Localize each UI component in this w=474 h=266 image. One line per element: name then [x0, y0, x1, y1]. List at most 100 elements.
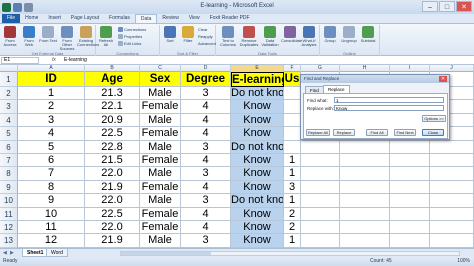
reapply-button[interactable]: Reapply — [198, 34, 213, 39]
tab-formulas[interactable]: Formulas — [104, 14, 135, 23]
sheet-nav-last-icon[interactable]: ▶ — [10, 250, 14, 256]
table-cell[interactable]: 12 — [18, 234, 85, 248]
header-cell[interactable]: ID — [18, 72, 85, 87]
table-cell[interactable]: 21.9 — [85, 180, 140, 195]
table-cell[interactable]: Do not know — [231, 87, 284, 101]
table-cell[interactable]: 7 — [18, 167, 85, 181]
group-button[interactable]: Group — [321, 26, 339, 43]
tab-home[interactable]: Home — [20, 14, 43, 23]
zoom-level[interactable]: 100% — [457, 257, 470, 266]
table-cell[interactable]: 5 — [18, 140, 85, 154]
table-cell[interactable]: 10 — [18, 207, 85, 221]
cell[interactable] — [430, 234, 474, 248]
refresh-all-button[interactable]: Refresh All — [97, 26, 115, 47]
cell[interactable] — [430, 207, 474, 221]
close-button[interactable]: ✕ — [456, 1, 472, 12]
dialog-close-button[interactable]: ✕ — [439, 76, 447, 82]
table-cell[interactable]: 22.8 — [85, 140, 140, 154]
cell[interactable] — [301, 207, 340, 221]
row-header[interactable]: 11 — [0, 207, 18, 221]
tab-data[interactable]: Data — [134, 14, 158, 23]
find-what-input[interactable]: 1 — [334, 97, 444, 103]
remove-duplicates-button[interactable]: Remove Duplicates — [239, 26, 259, 47]
table-cell[interactable]: 2 — [284, 221, 301, 235]
table-cell[interactable]: 21.5 — [85, 154, 140, 168]
table-cell[interactable]: 1 — [284, 194, 301, 208]
table-cell[interactable]: 6 — [18, 154, 85, 168]
table-cell[interactable]: Male — [140, 234, 181, 248]
table-cell[interactable]: 3 — [284, 180, 301, 195]
cell[interactable] — [430, 167, 474, 181]
table-cell[interactable]: 3 — [181, 194, 231, 208]
cell[interactable] — [430, 154, 474, 168]
properties-button[interactable]: Properties — [118, 34, 142, 40]
table-cell[interactable]: 22.1 — [85, 100, 140, 114]
table-cell[interactable]: 3 — [181, 234, 231, 248]
table-cell[interactable]: 3 — [181, 140, 231, 154]
table-cell[interactable]: Male — [140, 167, 181, 181]
table-cell[interactable]: 3 — [18, 113, 85, 128]
tab-file[interactable]: File — [2, 14, 21, 23]
from-access-button[interactable]: From Access — [1, 26, 19, 47]
cell[interactable] — [430, 221, 474, 235]
column-header-a[interactable]: A — [18, 65, 85, 72]
sheet-nav-first-icon[interactable]: ◀ — [3, 250, 7, 256]
header-cell[interactable]: Us — [284, 72, 301, 87]
table-cell[interactable]: Know — [231, 207, 284, 221]
header-cell[interactable]: Sex — [140, 72, 181, 87]
table-cell[interactable] — [284, 127, 301, 141]
column-header-d[interactable]: D — [181, 65, 231, 72]
existing-connections-button[interactable]: Existing Connections — [77, 26, 99, 47]
fx-icon[interactable]: fx — [52, 57, 56, 63]
table-cell[interactable]: 22.5 — [85, 127, 140, 141]
name-box[interactable]: E1 — [1, 57, 39, 64]
tab-insert[interactable]: Insert — [43, 14, 66, 23]
cell[interactable] — [340, 234, 390, 248]
cell[interactable] — [390, 180, 430, 195]
row-header[interactable]: 4 — [0, 113, 18, 128]
row-header[interactable]: 10 — [0, 194, 18, 208]
filter-button[interactable]: Filter — [179, 26, 197, 43]
table-cell[interactable] — [284, 87, 301, 101]
horizontal-scrollbar[interactable] — [120, 251, 460, 256]
row-header[interactable]: 8 — [0, 167, 18, 181]
maximize-button[interactable]: □ — [439, 1, 455, 12]
clear-button[interactable]: Clear — [198, 27, 208, 32]
cell[interactable] — [340, 207, 390, 221]
table-cell[interactable]: Female — [140, 180, 181, 195]
formula-input[interactable]: E-learning — [64, 57, 87, 63]
cell[interactable] — [340, 194, 390, 208]
table-cell[interactable]: 4 — [181, 207, 231, 221]
table-cell[interactable]: Know — [231, 234, 284, 248]
from-web-button[interactable]: From Web — [20, 26, 38, 47]
edit-links-button[interactable]: Edit Links — [118, 41, 141, 47]
table-cell[interactable]: 22.0 — [85, 194, 140, 208]
column-header-c[interactable]: C — [140, 65, 181, 72]
scrollbar-thumb[interactable] — [121, 252, 211, 255]
cell[interactable] — [390, 167, 430, 181]
table-cell[interactable]: Know — [231, 221, 284, 235]
cell[interactable] — [430, 194, 474, 208]
row-header[interactable]: 6 — [0, 140, 18, 154]
table-cell[interactable]: Know — [231, 100, 284, 114]
column-header-b[interactable]: B — [85, 65, 140, 72]
table-cell[interactable]: Know — [231, 154, 284, 168]
table-cell[interactable]: 1 — [284, 154, 301, 168]
row-header[interactable]: 5 — [0, 127, 18, 141]
cell[interactable] — [390, 234, 430, 248]
cell[interactable] — [301, 194, 340, 208]
table-cell[interactable]: 21.3 — [85, 87, 140, 101]
table-cell[interactable]: 9 — [18, 194, 85, 208]
table-cell[interactable]: 4 — [181, 180, 231, 195]
table-cell[interactable]: 2 — [18, 100, 85, 114]
table-cell[interactable]: 8 — [18, 180, 85, 195]
cell[interactable] — [301, 154, 340, 168]
advanced-button[interactable]: Advanced — [198, 41, 216, 46]
tab-foxit-reader-pdf[interactable]: Foxit Reader PDF — [205, 14, 255, 23]
table-cell[interactable]: Male — [140, 140, 181, 154]
row-header[interactable]: 3 — [0, 100, 18, 114]
cell[interactable] — [390, 207, 430, 221]
cell[interactable] — [340, 221, 390, 235]
dialog-close-action-button[interactable]: Close — [422, 129, 444, 136]
table-cell[interactable]: Male — [140, 113, 181, 128]
